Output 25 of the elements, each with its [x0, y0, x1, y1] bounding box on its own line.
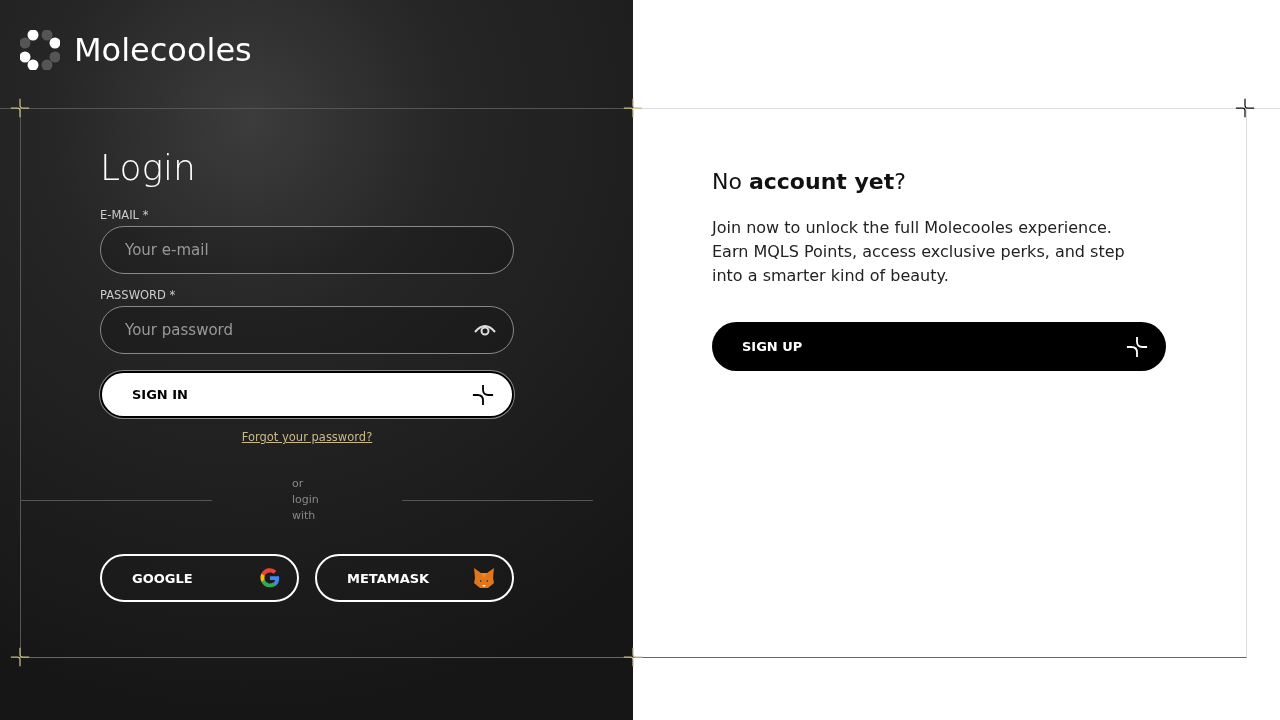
logo-icon: [20, 30, 60, 70]
sign-in-button[interactable]: SIGN IN: [100, 371, 514, 418]
corner-mark-icon: [10, 647, 30, 667]
field-label: PASSWORD *: [100, 288, 177, 302]
email-field[interactable]: Your e-mail: [100, 226, 514, 274]
divider-text: or login with: [291, 476, 320, 524]
metamask-button[interactable]: METAMASK: [315, 554, 514, 602]
forgot-password-link[interactable]: Forgot your password?: [241, 430, 373, 444]
sparkle-icon: [1126, 335, 1148, 358]
sparkle-icon: [472, 383, 494, 406]
brand-name: Molecooles: [74, 31, 252, 69]
google-g-icon: [259, 567, 281, 589]
eye-icon[interactable]: [474, 323, 496, 337]
signup-text: Join now to unlock the full Molecooles experience. Earn MQLS Points, access exclusive perks, and step into a smarter kind of beauty.: [712, 217, 1126, 287]
field-label: E-MAIL *: [100, 208, 150, 222]
login-title: Login: [100, 147, 197, 188]
corner-mark-icon: [1235, 98, 1255, 118]
corner-mark-icon: [623, 98, 643, 118]
corner-mark-icon: [623, 647, 643, 667]
signup-heading: No account yet?: [712, 169, 907, 194]
password-field[interactable]: Your password: [100, 306, 514, 354]
google-button[interactable]: GOOGLE: [100, 554, 299, 602]
fox-icon: [472, 566, 496, 590]
corner-mark-icon: [10, 98, 30, 118]
sign-up-button[interactable]: SIGN UP: [712, 322, 1166, 371]
